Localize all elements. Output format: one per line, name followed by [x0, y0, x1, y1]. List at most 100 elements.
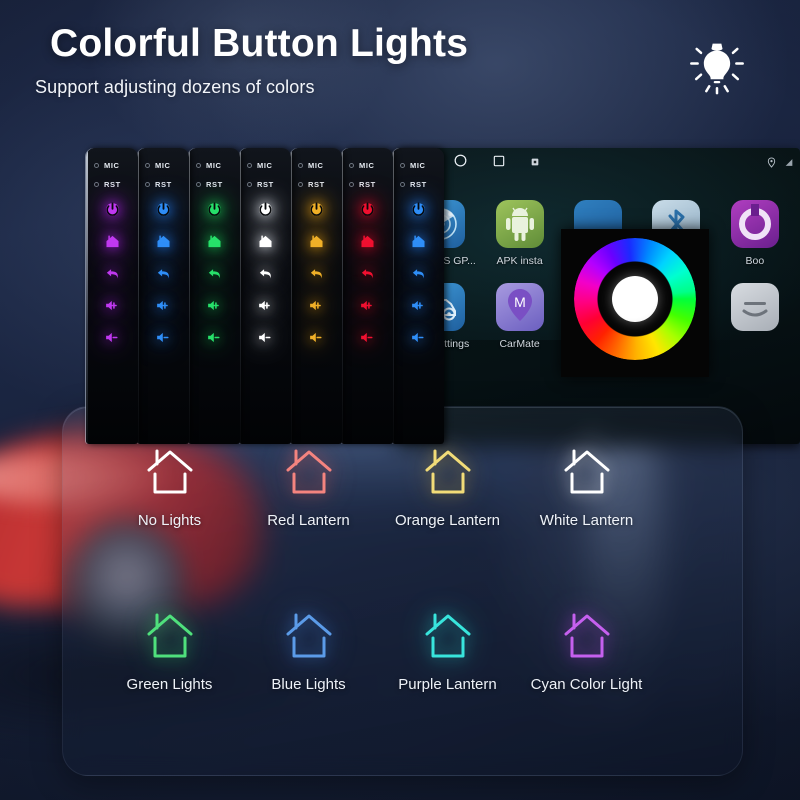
house-lantern-icon[interactable] [283, 448, 335, 496]
back-icon[interactable] [153, 263, 173, 283]
rst-row[interactable]: RST [400, 175, 444, 194]
back-icon[interactable] [408, 263, 428, 283]
carmate-icon[interactable]: M [495, 283, 544, 331]
volume-down-icon[interactable] [204, 327, 224, 347]
lantern-option-cyan-color-light[interactable]: Cyan Color Light [517, 612, 656, 693]
house-lantern-icon[interactable] [144, 612, 196, 660]
button-strip-1[interactable]: MIC RST [86, 148, 138, 444]
volume-down-icon[interactable] [153, 327, 173, 347]
button-strip-3[interactable]: MIC RST [188, 148, 240, 444]
volume-down-icon[interactable] [306, 327, 326, 347]
home-icon[interactable] [408, 231, 428, 251]
house-lantern-icon[interactable] [144, 448, 196, 496]
volume-down-icon[interactable] [357, 327, 377, 347]
lantern-option-no-lights[interactable]: No Lights [100, 448, 239, 529]
reset-hole-icon[interactable] [349, 182, 354, 187]
color-picker-overlay[interactable] [561, 229, 709, 377]
volume-up-icon[interactable] [153, 295, 173, 315]
lantern-option-blue-lights[interactable]: Blue Lights [239, 612, 378, 693]
rst-row[interactable]: RST [349, 175, 393, 194]
app-item-4[interactable] [716, 283, 794, 350]
home-icon[interactable] [204, 231, 224, 251]
button-strip-4[interactable]: MIC RST [239, 148, 291, 444]
button-strip-6[interactable]: MIC RST [341, 148, 393, 444]
back-icon[interactable] [357, 263, 377, 283]
lantern-label: Red Lantern [267, 512, 350, 529]
button-strip-5[interactable]: MIC RST [290, 148, 342, 444]
rst-label: RST [257, 180, 274, 189]
mic-row: MIC [247, 156, 291, 175]
home-icon[interactable] [357, 231, 377, 251]
house-lantern-icon[interactable] [561, 612, 613, 660]
home-icon[interactable] [306, 231, 326, 251]
rst-row[interactable]: RST [145, 175, 189, 194]
back-icon[interactable] [255, 263, 275, 283]
power-icon[interactable] [255, 199, 275, 219]
app-boo[interactable]: Boo [716, 200, 794, 267]
mic-row: MIC [94, 156, 138, 175]
reset-hole-icon[interactable] [196, 182, 201, 187]
lantern-option-green-lights[interactable]: Green Lights [100, 612, 239, 693]
lantern-option-white-lantern[interactable]: White Lantern [517, 448, 656, 529]
house-lantern-icon[interactable] [422, 612, 474, 660]
volume-up-icon[interactable] [306, 295, 326, 315]
back-icon[interactable] [306, 263, 326, 283]
reset-hole-icon[interactable] [298, 182, 303, 187]
header: Colorful Button Lights Support adjusting… [0, 0, 800, 120]
page-subtitle: Support adjusting dozens of colors [35, 77, 315, 97]
volume-down-icon[interactable] [255, 327, 275, 347]
power-icon[interactable] [357, 199, 377, 219]
power-icon[interactable] [306, 199, 326, 219]
home-icon[interactable] [153, 231, 173, 251]
volume-down-icon[interactable] [102, 327, 122, 347]
power-icon[interactable] [204, 199, 224, 219]
volume-up-icon[interactable] [408, 295, 428, 315]
reset-hole-icon[interactable] [247, 182, 252, 187]
app-carmate[interactable]: M CarMate [480, 283, 558, 350]
color-wheel-center[interactable] [612, 276, 658, 322]
mic-label: MIC [308, 161, 324, 170]
lantern-label: Orange Lantern [394, 512, 501, 529]
home-circle-icon[interactable] [453, 153, 468, 173]
volume-up-icon[interactable] [255, 295, 275, 315]
rst-label: RST [308, 180, 325, 189]
android-robot-icon[interactable] [495, 200, 544, 248]
rst-row[interactable]: RST [94, 175, 138, 194]
power-icon[interactable] [153, 199, 173, 219]
back-icon[interactable] [204, 263, 224, 283]
recents-square-icon[interactable] [492, 154, 506, 173]
screenshot-icon[interactable] [530, 154, 540, 172]
app-apk-insta[interactable]: APK insta [480, 200, 558, 267]
button-strip-2[interactable]: MIC RST [137, 148, 189, 444]
home-icon[interactable] [102, 231, 122, 251]
lantern-row-1: No Lights Red Lantern Orange Lantern White … [100, 448, 720, 529]
power-icon[interactable] [408, 199, 428, 219]
lantern-option-purple-lantern[interactable]: Purple Lantern [378, 612, 517, 693]
reset-hole-icon[interactable] [145, 182, 150, 187]
rst-label: RST [359, 180, 376, 189]
house-lantern-icon[interactable] [422, 448, 474, 496]
volume-up-icon[interactable] [102, 295, 122, 315]
mic-hole-icon [145, 163, 150, 168]
house-lantern-icon[interactable] [561, 448, 613, 496]
circle-purple-icon[interactable] [730, 200, 779, 248]
mic-row: MIC [145, 156, 189, 175]
home-icon[interactable] [255, 231, 275, 251]
rst-label: RST [410, 180, 427, 189]
rst-row[interactable]: RST [298, 175, 342, 194]
button-strip-7[interactable]: MIC RST [392, 148, 444, 444]
volume-up-icon[interactable] [204, 295, 224, 315]
volume-down-icon[interactable] [408, 327, 428, 347]
rst-row[interactable]: RST [196, 175, 240, 194]
mic-hole-icon [400, 163, 405, 168]
rst-row[interactable]: RST [247, 175, 291, 194]
volume-up-icon[interactable] [357, 295, 377, 315]
back-icon[interactable] [102, 263, 122, 283]
reset-hole-icon[interactable] [94, 182, 99, 187]
power-icon[interactable] [102, 199, 122, 219]
lantern-option-red-lantern[interactable]: Red Lantern [239, 448, 378, 529]
gray-app-icon[interactable] [730, 283, 779, 331]
house-lantern-icon[interactable] [283, 612, 335, 660]
reset-hole-icon[interactable] [400, 182, 405, 187]
lantern-option-orange-lantern[interactable]: Orange Lantern [378, 448, 517, 529]
